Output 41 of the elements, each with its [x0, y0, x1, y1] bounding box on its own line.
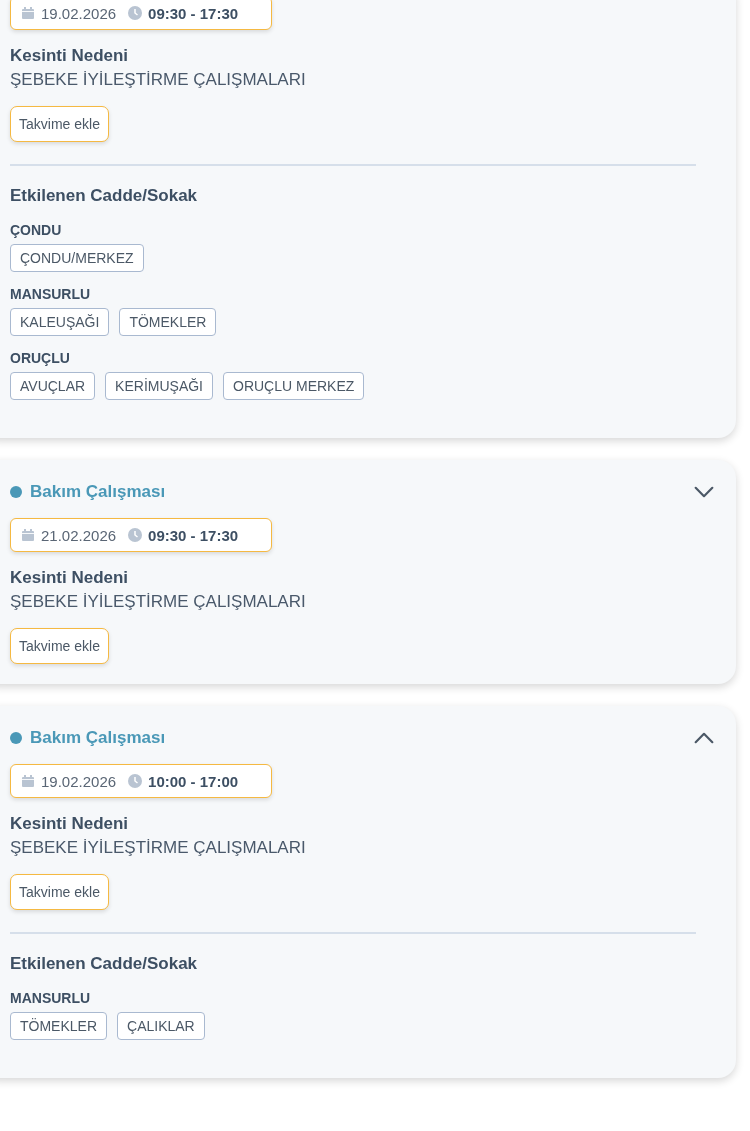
street-tag: AVUÇLAR [10, 372, 96, 400]
street-tag: TÖMEKLER [10, 1012, 107, 1040]
chevron-icon[interactable] [694, 486, 714, 498]
district-name: MANSURLU [10, 285, 92, 304]
date-text: 19.02.2026 [41, 772, 117, 790]
status-dot [10, 732, 22, 744]
reason-text: ŞEBEKE İYİLEŞTİRME ÇALIŞMALARI [10, 837, 307, 859]
status-dot [10, 486, 22, 498]
reason-text: ŞEBEKE İYİLEŞTİRME ÇALIŞMALARI [10, 591, 307, 613]
street-tag: KERİMUŞAĞI [105, 372, 213, 400]
street-tag: TÖMEKLER [119, 308, 217, 336]
outage-type: Bakım Çalışması [30, 482, 166, 502]
district-name: MANSURLU [10, 989, 92, 1008]
street-tag: ÇONDU/MERKEZ [10, 244, 144, 272]
clock-icon [128, 774, 143, 788]
time-range: 09:30 - 17:30 [148, 4, 239, 22]
district-name: ÇONDU [10, 221, 63, 240]
calendar-icon [21, 6, 35, 20]
street-tag: KALEUŞAĞI [10, 308, 110, 336]
calendar-icon [21, 528, 35, 542]
reason-label: Kesinti Nedeni [10, 45, 130, 67]
streets-heading: Etkilenen Cadde/Sokak [10, 185, 199, 207]
streets-heading: Etkilenen Cadde/Sokak [10, 953, 199, 975]
clock-icon [128, 6, 143, 20]
add-to-calendar-button[interactable]: Takvime ekle [10, 874, 109, 910]
reason-text: ŞEBEKE İYİLEŞTİRME ÇALIŞMALARI [10, 69, 307, 91]
calendar-icon [21, 774, 35, 788]
add-to-calendar-button[interactable]: Takvime ekle [10, 628, 109, 664]
add-to-calendar-button[interactable]: Takvime ekle [10, 106, 109, 142]
clock-icon [128, 528, 143, 542]
date-text: 21.02.2026 [41, 526, 117, 544]
chevron-icon[interactable] [694, 732, 714, 744]
date-text: 19.02.2026 [41, 4, 117, 22]
time-range: 10:00 - 17:00 [148, 772, 239, 790]
street-tag: ORUÇLU MERKEZ [223, 372, 365, 400]
street-tag: ÇALIKLAR [117, 1012, 205, 1040]
reason-label: Kesinti Nedeni [10, 567, 130, 589]
reason-label: Kesinti Nedeni [10, 813, 130, 835]
time-range: 09:30 - 17:30 [148, 526, 239, 544]
district-name: ORUÇLU [10, 349, 71, 368]
outage-type: Bakım Çalışması [30, 728, 166, 748]
